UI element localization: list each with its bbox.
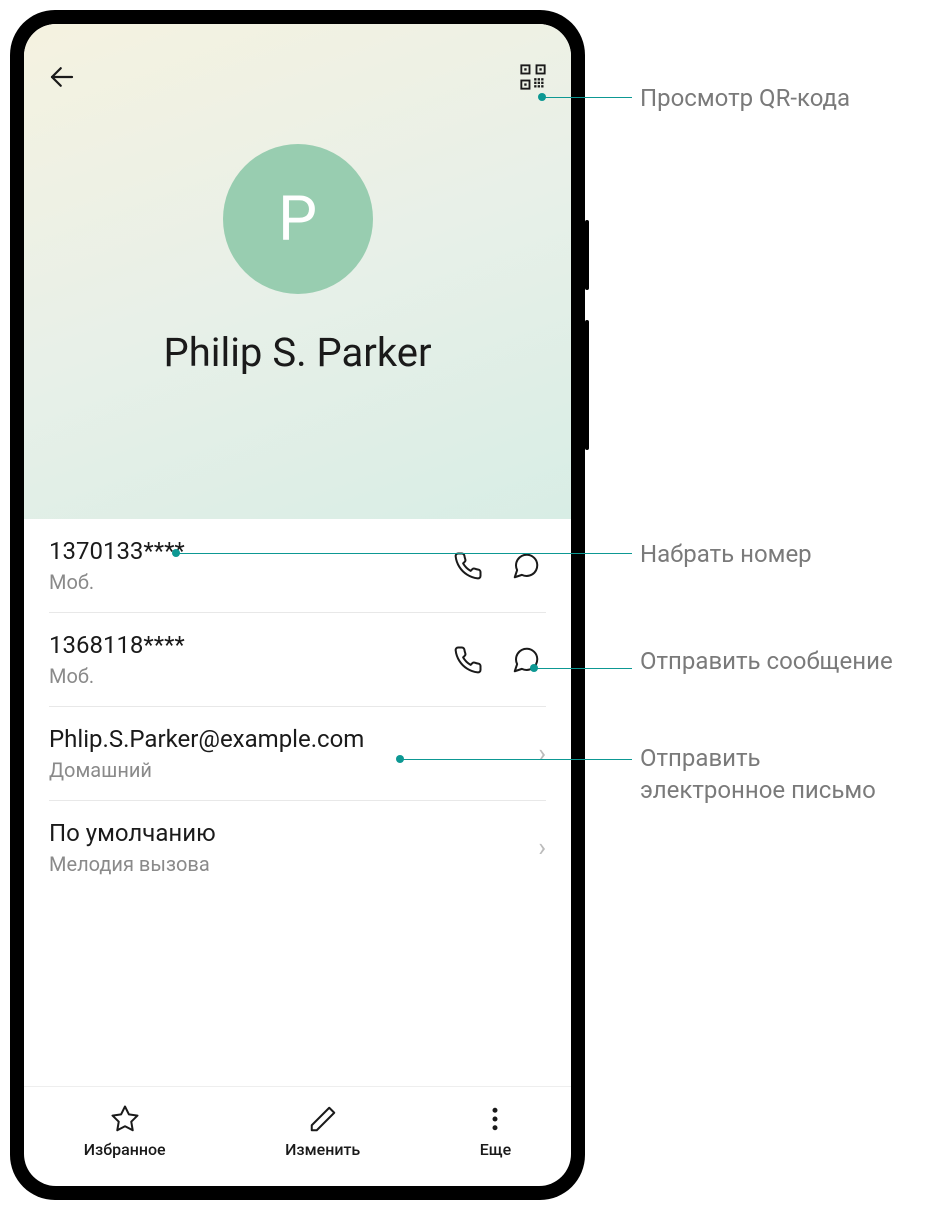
chevron-right-icon: ›	[538, 833, 546, 863]
annotation-qr: Просмотр QR-кода	[640, 82, 850, 114]
call-button[interactable]	[448, 546, 488, 586]
message-button[interactable]	[506, 546, 546, 586]
phone-text: 1368118**** Моб.	[49, 631, 448, 688]
avatar-section: P Philip S. Parker	[24, 144, 571, 376]
top-bar	[24, 24, 571, 99]
qr-code-icon	[519, 63, 547, 91]
contact-details: 1370133**** Моб. 1368118**** Моб.	[24, 519, 571, 1086]
email-type: Домашний	[49, 758, 538, 782]
favorite-label: Избранное	[84, 1140, 166, 1159]
chat-icon	[511, 645, 541, 675]
annotation-dial: Набрать номер	[640, 538, 812, 570]
annotation-mail: Отправить электронное письмо	[640, 742, 910, 807]
bottom-bar: Избранное Изменить Еще	[24, 1086, 571, 1186]
call-button[interactable]	[448, 640, 488, 680]
annotation-sms: Отправить сообщение	[640, 645, 893, 677]
phone-type: Моб.	[49, 664, 448, 688]
more-vertical-icon	[480, 1104, 510, 1134]
edit-icon	[308, 1104, 338, 1134]
arrow-left-icon	[47, 62, 77, 92]
message-button[interactable]	[506, 640, 546, 680]
more-button[interactable]: Еще	[480, 1104, 512, 1159]
back-button[interactable]	[42, 57, 82, 97]
phone-number: 1368118****	[49, 631, 448, 659]
star-icon	[110, 1104, 140, 1134]
phone-row[interactable]: 1370133**** Моб.	[49, 519, 546, 613]
ringtone-value: По умолчанию	[49, 819, 538, 847]
phone-text: 1370133**** Моб.	[49, 537, 448, 594]
phone-number: 1370133****	[49, 537, 448, 565]
avatar-letter: P	[278, 183, 317, 256]
email-address: Phlip.S.Parker@example.com	[49, 725, 538, 753]
email-text: Phlip.S.Parker@example.com Домашний	[49, 725, 538, 782]
chevron-right-icon: ›	[538, 739, 546, 769]
phone-icon	[453, 645, 483, 675]
edit-label: Изменить	[285, 1140, 360, 1159]
chat-icon	[511, 551, 541, 581]
ringtone-label: Мелодия вызова	[49, 852, 538, 876]
screen: P Philip S. Parker 1370133**** Моб.	[24, 24, 571, 1186]
phone-type: Моб.	[49, 570, 448, 594]
phone-row[interactable]: 1368118**** Моб.	[49, 613, 546, 707]
favorite-button[interactable]: Избранное	[84, 1104, 166, 1159]
edit-button[interactable]: Изменить	[285, 1104, 360, 1159]
contact-name: Philip S. Parker	[163, 329, 431, 376]
phone-frame: P Philip S. Parker 1370133**** Моб.	[10, 10, 585, 1200]
ringtone-text: По умолчанию Мелодия вызова	[49, 819, 538, 876]
qr-code-button[interactable]	[513, 57, 553, 97]
contact-avatar[interactable]: P	[223, 144, 373, 294]
email-row[interactable]: Phlip.S.Parker@example.com Домашний ›	[49, 707, 546, 801]
contact-header: P Philip S. Parker	[24, 24, 571, 519]
more-label: Еще	[480, 1140, 512, 1159]
phone-icon	[453, 551, 483, 581]
ringtone-row[interactable]: По умолчанию Мелодия вызова ›	[49, 801, 546, 894]
